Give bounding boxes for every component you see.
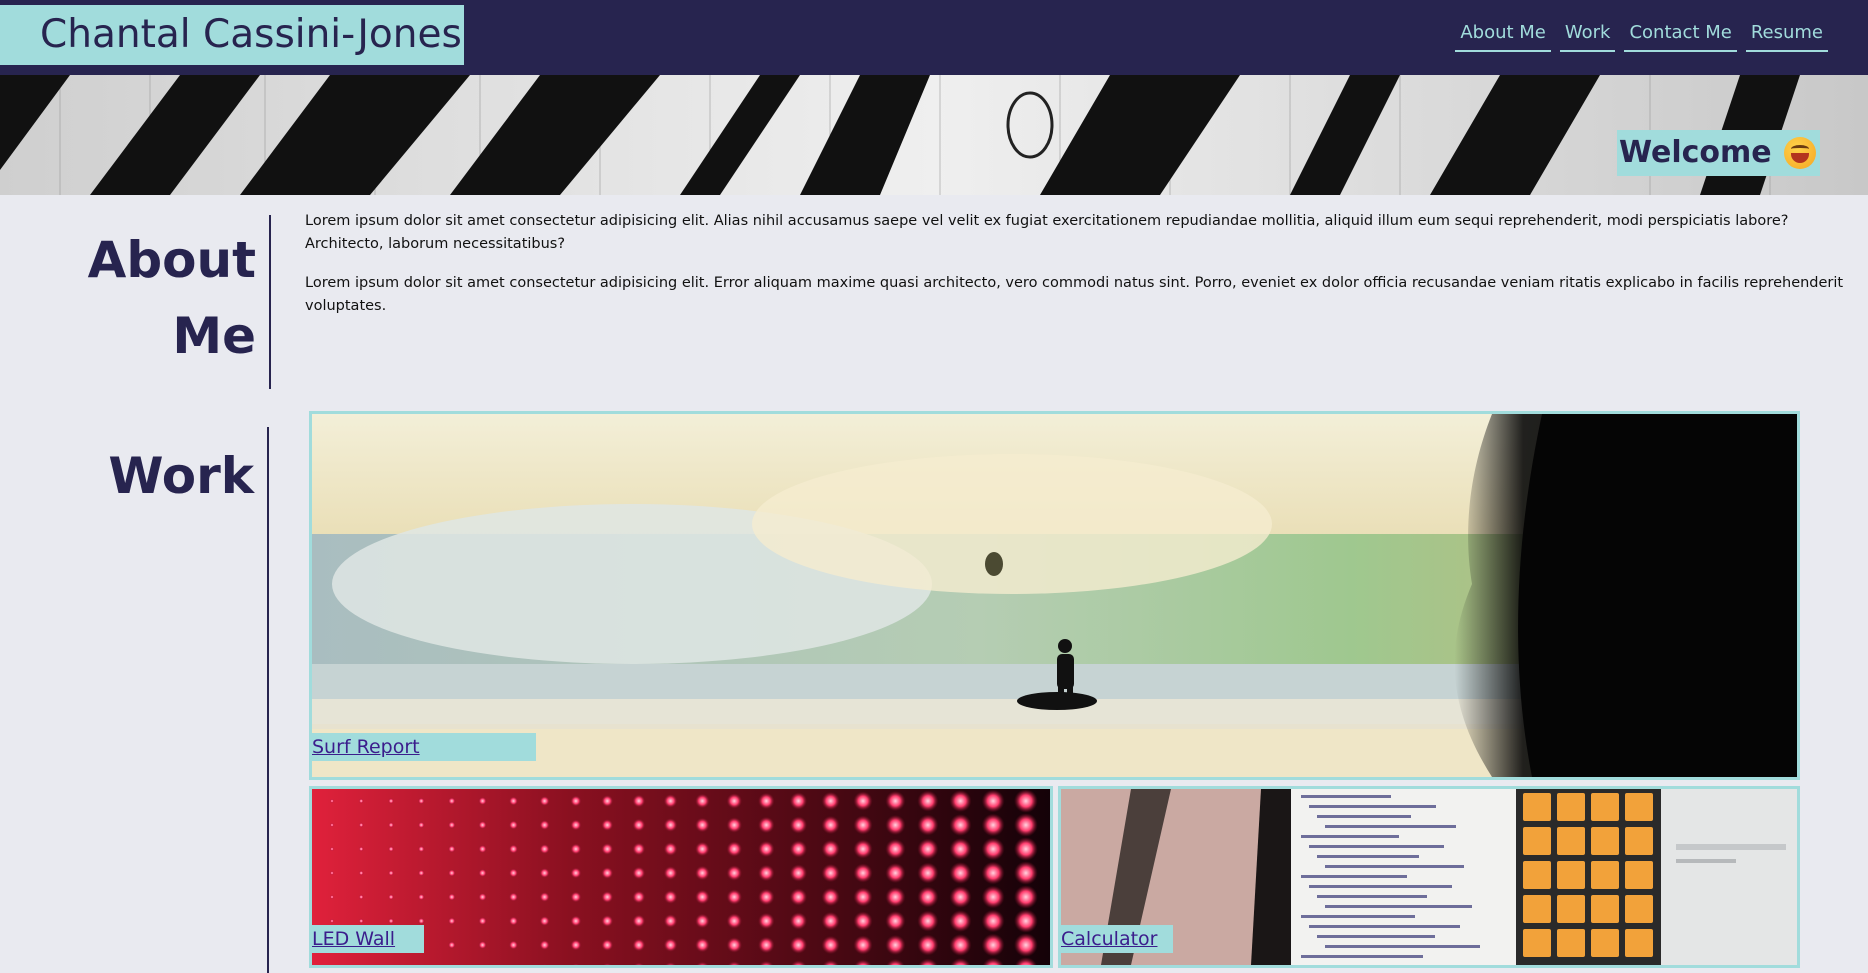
project-link-led-wall[interactable]: LED Wall xyxy=(312,925,424,953)
about-paragraph-1: Lorem ipsum dolor sit amet consectetur a… xyxy=(305,213,1789,252)
work-divider xyxy=(267,427,269,973)
project-link-surf-report[interactable]: Surf Report xyxy=(312,733,536,761)
wood-stripes-image xyxy=(0,75,1868,195)
nav-resume[interactable]: Resume xyxy=(1745,18,1828,52)
site-header: Chantal Cassini-Jones About Me Work Cont… xyxy=(0,0,1868,75)
about-paragraph-2: Lorem ipsum dolor sit amet consectetur a… xyxy=(305,275,1844,314)
main-nav: About Me Work Contact Me Resume xyxy=(1455,18,1828,52)
project-card-led-wall[interactable]: LED Wall xyxy=(309,786,1053,968)
surfer-wave-photo xyxy=(312,414,1797,777)
nav-work[interactable]: Work xyxy=(1559,18,1616,52)
project-card-surf-report[interactable]: Surf Report xyxy=(309,411,1800,780)
welcome-text: Welcome xyxy=(1619,135,1772,170)
site-brand[interactable]: Chantal Cassini-Jones xyxy=(0,5,464,65)
work-heading: Work xyxy=(108,447,254,505)
nav-contact-me[interactable]: Contact Me xyxy=(1624,18,1737,52)
nav-about-me[interactable]: About Me xyxy=(1455,18,1551,52)
grinning-face-icon xyxy=(1783,137,1816,169)
about-heading: About Me xyxy=(60,222,256,374)
project-card-calculator[interactable]: Calculator xyxy=(1058,786,1800,968)
hero-banner: Welcome xyxy=(0,75,1868,195)
welcome-badge: Welcome xyxy=(1617,130,1820,176)
about-text: Lorem ipsum dolor sit amet consectetur a… xyxy=(305,210,1845,334)
about-divider xyxy=(269,215,271,389)
project-link-calculator[interactable]: Calculator xyxy=(1061,925,1173,953)
about-heading-line2: Me xyxy=(172,307,256,365)
about-heading-line1: About xyxy=(87,231,256,289)
